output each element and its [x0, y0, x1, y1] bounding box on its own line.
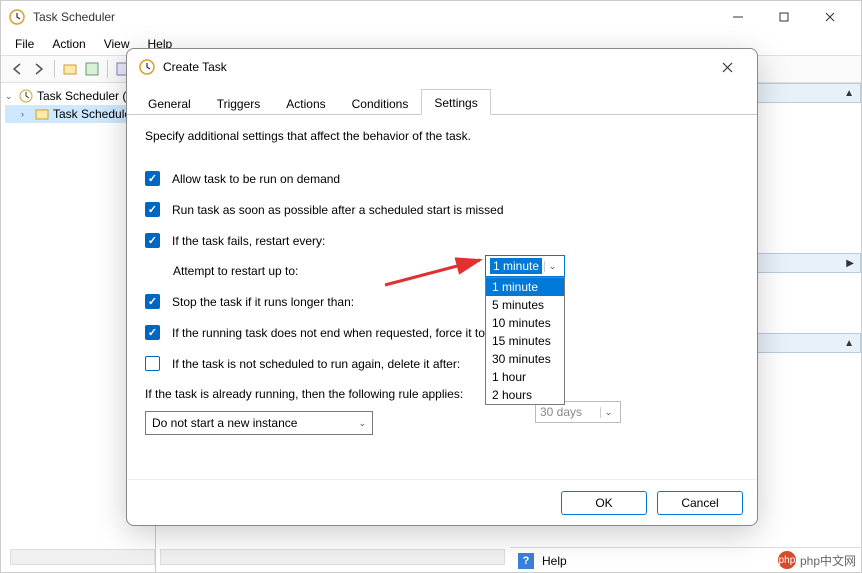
create-task-dialog: Create Task General Triggers Actions Con… [126, 48, 758, 526]
scrollbar-track[interactable] [160, 549, 505, 565]
collapse-icon[interactable]: ⌄ [5, 91, 15, 102]
help-icon[interactable]: ? [518, 553, 534, 569]
combo-rule-value: Do not start a new instance [152, 416, 297, 430]
label-restart-every: If the task fails, restart every: [172, 234, 325, 248]
setting-run-asap: Run task as soon as possible after a sch… [145, 202, 739, 217]
back-icon[interactable] [7, 59, 27, 79]
chevron-down-icon: ⌄ [544, 261, 560, 272]
scrollbar-track[interactable] [10, 549, 155, 565]
dropdown-option-1hr[interactable]: 1 hour [486, 368, 564, 386]
dropdown-option-10min[interactable]: 10 minutes [486, 314, 564, 332]
setting-restart-every: If the task fails, restart every: [145, 233, 739, 248]
dropdown-option-30min[interactable]: 30 minutes [486, 350, 564, 368]
watermark-text: php中文网 [800, 552, 856, 569]
tab-conditions[interactable]: Conditions [339, 90, 422, 115]
minimize-button[interactable] [715, 2, 761, 32]
setting-force-stop: If the running task does not end when re… [145, 325, 739, 340]
tab-settings[interactable]: Settings [421, 89, 490, 115]
dialog-titlebar: Create Task [127, 49, 757, 85]
app-icon [9, 9, 25, 25]
dropdown-option-1min[interactable]: 1 minute [486, 278, 564, 296]
tree-root-label: Task Scheduler (L [37, 89, 133, 103]
forward-icon[interactable] [29, 59, 49, 79]
app-title: Task Scheduler [33, 10, 715, 24]
dropdown-restart-every: 1 minute 5 minutes 10 minutes 15 minutes… [485, 277, 565, 405]
dropdown-option-2hr[interactable]: 2 hours [486, 386, 564, 404]
separator [107, 60, 108, 78]
combo-restart-every[interactable]: 1 minute ⌄ [485, 255, 565, 277]
tree-child-label: Task Schedule [53, 107, 131, 121]
maximize-button[interactable] [761, 2, 807, 32]
tab-triggers[interactable]: Triggers [204, 90, 274, 115]
cancel-button[interactable]: Cancel [657, 491, 743, 515]
tab-actions[interactable]: Actions [273, 90, 338, 115]
checkbox-force-stop[interactable] [145, 325, 160, 340]
settings-description: Specify additional settings that affect … [145, 129, 739, 143]
dialog-title: Create Task [163, 60, 709, 74]
menu-action[interactable]: Action [44, 35, 93, 53]
dropdown-option-5min[interactable]: 5 minutes [486, 296, 564, 314]
setting-stop-longer: Stop the task if it runs longer than: [145, 294, 739, 309]
checkbox-restart-every[interactable] [145, 233, 160, 248]
tab-general[interactable]: General [135, 90, 204, 115]
label-rule-applies: If the task is already running, then the… [145, 387, 739, 401]
label-stop-longer: Stop the task if it runs longer than: [172, 295, 354, 309]
chevron-down-icon: ⌄ [358, 418, 366, 429]
label-force-stop: If the running task does not end when re… [172, 326, 498, 340]
separator [54, 60, 55, 78]
setting-allow-demand: Allow task to be run on demand [145, 171, 739, 186]
watermark: php php中文网 [778, 551, 856, 569]
chevron-down-icon: ⌄ [600, 407, 616, 418]
close-button[interactable] [807, 2, 853, 32]
help-label[interactable]: Help [542, 554, 567, 568]
refresh-icon[interactable] [82, 59, 102, 79]
dialog-close-button[interactable] [709, 53, 745, 81]
combo-delete-value: 30 days [540, 405, 582, 419]
dialog-footer: OK Cancel [127, 479, 757, 525]
scroll-right-icon[interactable]: ▶ [846, 258, 854, 269]
scroll-up-icon[interactable]: ▲ [844, 338, 854, 349]
label-attempt-restart: Attempt to restart up to: [173, 264, 739, 278]
combo-rule[interactable]: Do not start a new instance ⌄ [145, 411, 373, 435]
checkbox-stop-longer[interactable] [145, 294, 160, 309]
expand-icon[interactable]: › [21, 109, 31, 119]
scroll-up-icon[interactable]: ▲ [844, 88, 854, 99]
dialog-content: Specify additional settings that affect … [127, 115, 757, 479]
dialog-tabs: General Triggers Actions Conditions Sett… [127, 85, 757, 115]
watermark-icon: php [778, 551, 796, 569]
setting-delete-after: If the task is not scheduled to run agai… [145, 356, 739, 371]
clock-icon [139, 59, 155, 75]
checkbox-delete-after[interactable] [145, 356, 160, 371]
window-controls [715, 2, 853, 32]
label-delete-after: If the task is not scheduled to run agai… [172, 357, 460, 371]
titlebar: Task Scheduler [1, 1, 861, 33]
checkbox-allow-demand[interactable] [145, 171, 160, 186]
combo-restart-value: 1 minute [490, 258, 542, 274]
menu-file[interactable]: File [7, 35, 42, 53]
checkbox-run-asap[interactable] [145, 202, 160, 217]
label-allow-demand: Allow task to be run on demand [172, 172, 340, 186]
ok-button[interactable]: OK [561, 491, 647, 515]
label-run-asap: Run task as soon as possible after a sch… [172, 203, 504, 217]
folder-icon[interactable] [60, 59, 80, 79]
dropdown-option-15min[interactable]: 15 minutes [486, 332, 564, 350]
